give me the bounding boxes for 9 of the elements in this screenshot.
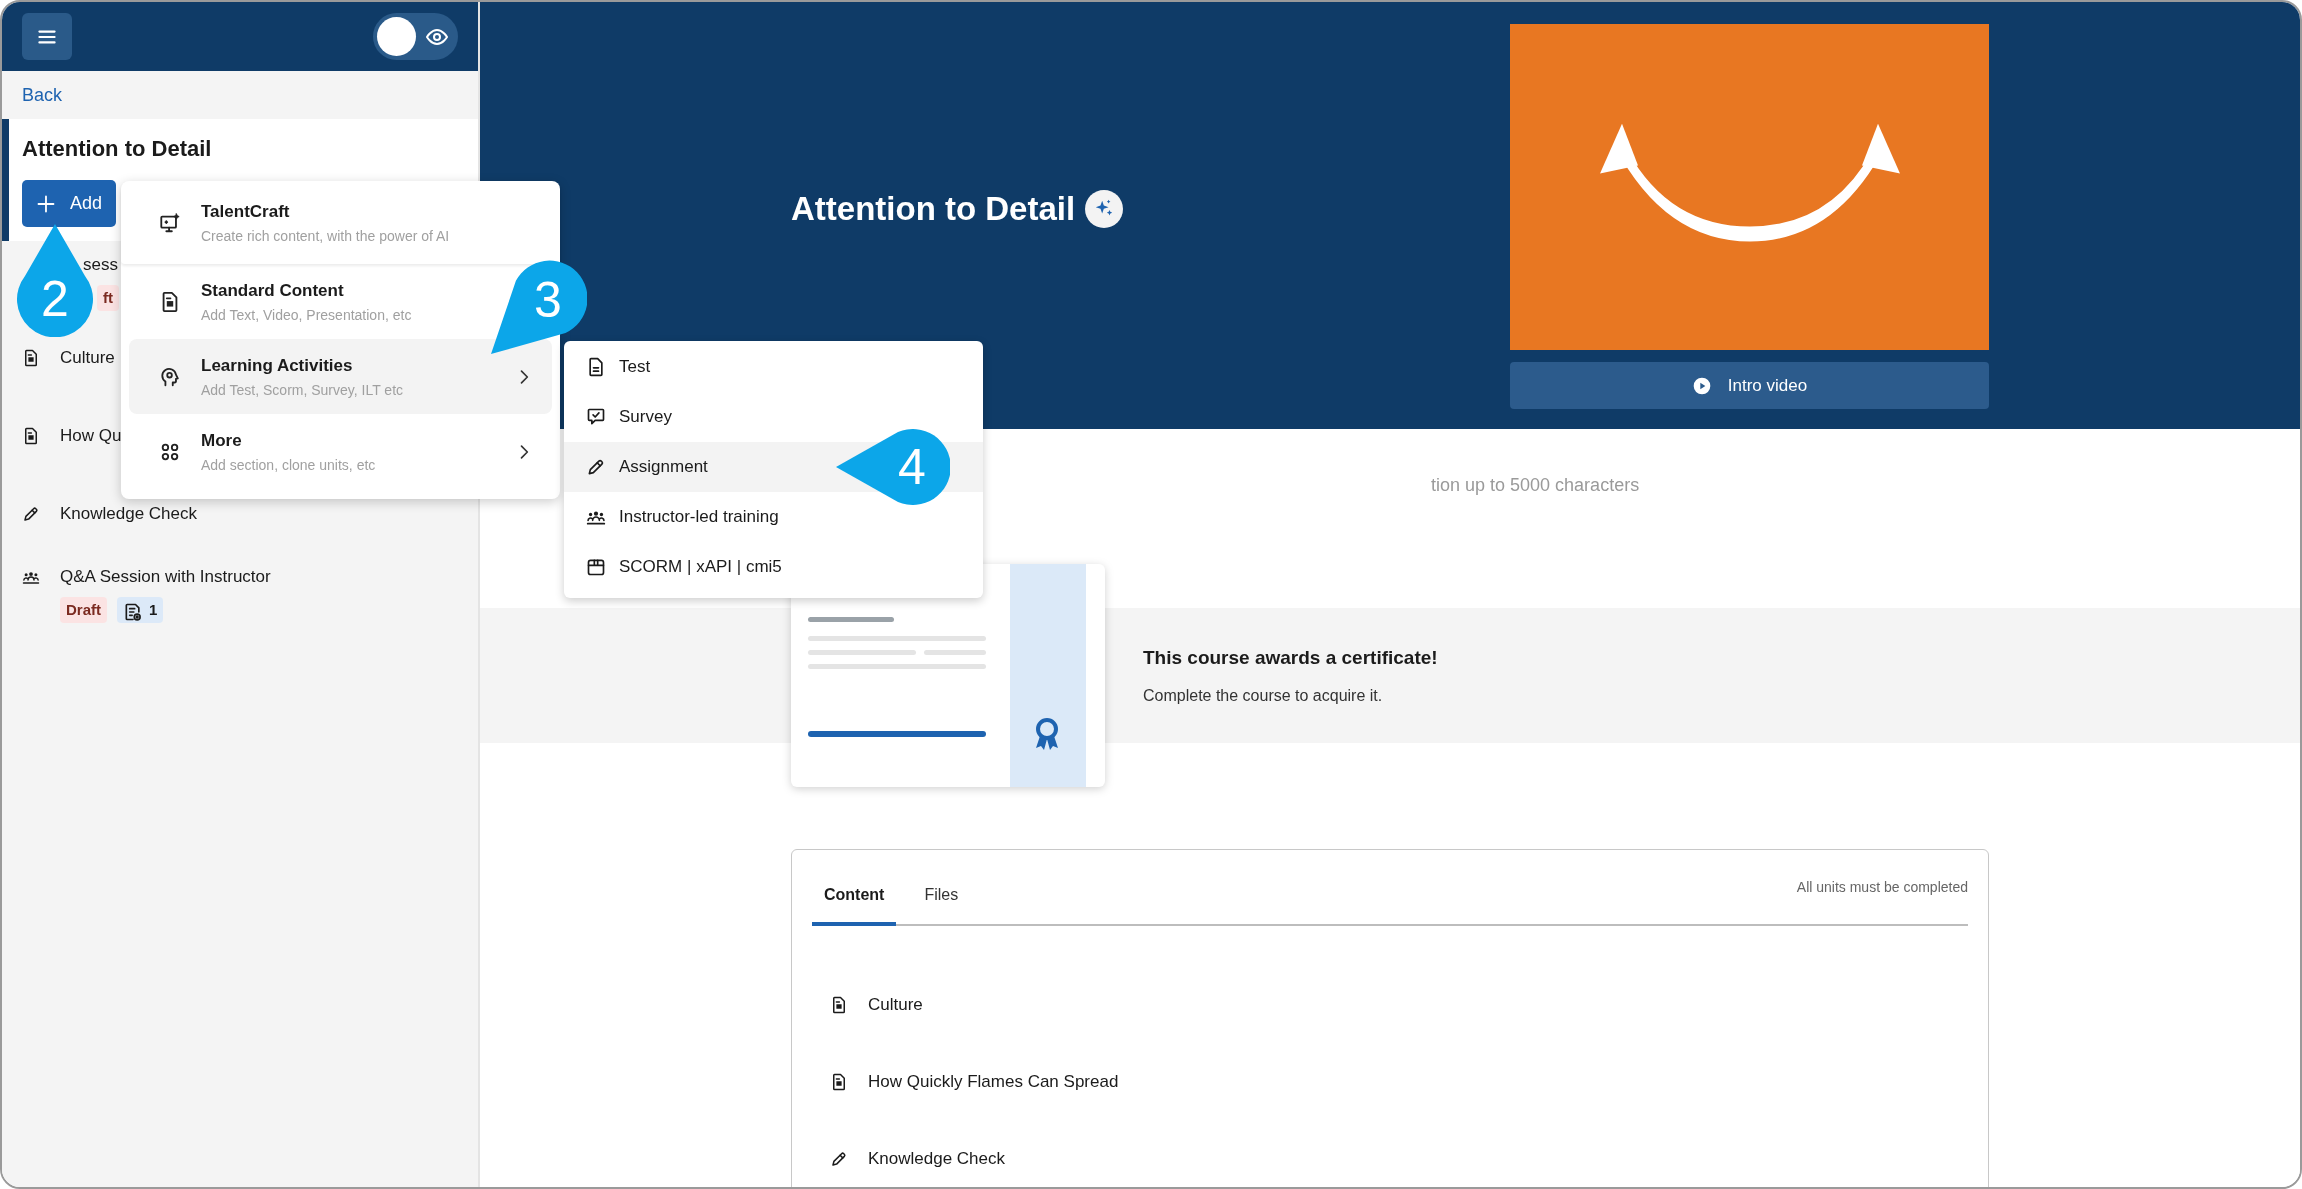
status-badge: ft (97, 285, 119, 311)
course-title: Attention to Detail (791, 190, 1076, 228)
file-count-badge: 1 (117, 597, 164, 623)
description-text: tion up to 5000 characters (1431, 475, 1640, 495)
course-title: Attention to Detail (22, 136, 212, 162)
certificate-title: This course awards a certificate! (1143, 646, 1438, 669)
status-badge: Draft (60, 597, 107, 623)
certificate-text: Complete the course to acquire it. (1143, 686, 1384, 705)
completion-rule: All units must be completed (1796, 879, 1968, 895)
